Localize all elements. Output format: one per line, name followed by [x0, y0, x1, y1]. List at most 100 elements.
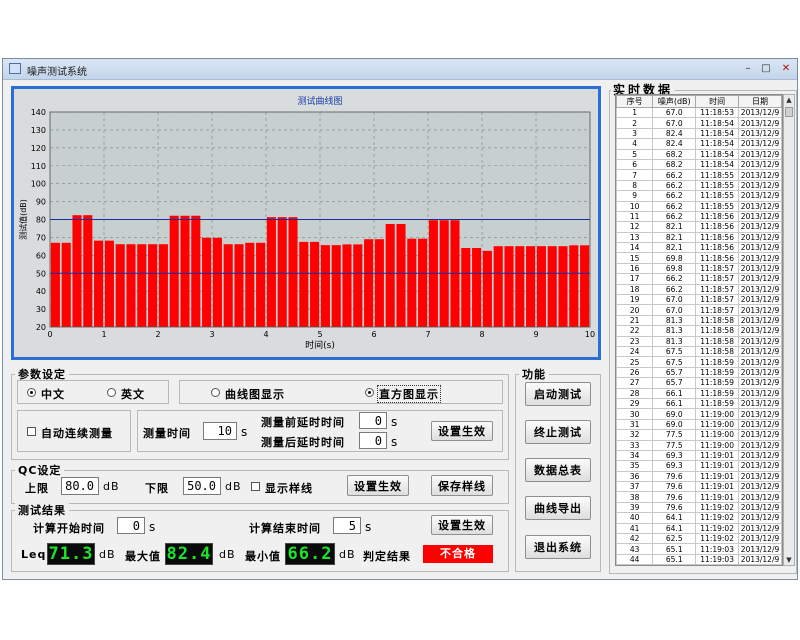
table-cell: 82.4 [652, 138, 697, 150]
table-row[interactable]: 13 82.1 11:18:56 2013/12/9 [616, 231, 782, 244]
calc-start-unit: s [149, 520, 157, 534]
y-tick-label: 120 [31, 144, 46, 153]
table-row[interactable]: 14 82.1 11:18:56 2013/12/9 [616, 242, 782, 254]
radio-english[interactable] [107, 388, 116, 397]
table-row[interactable]: 39 79.6 11:19:02 2013/12/9 [616, 501, 782, 514]
x-tick-label: 6 [371, 330, 376, 339]
table-row[interactable]: 2 67.0 11:18:54 2013/12/9 [616, 117, 782, 129]
post-delay-input[interactable]: 0 [359, 432, 387, 449]
params-apply-label: 设置生效 [438, 425, 486, 438]
save-sample-label: 保存样线 [438, 479, 486, 493]
table-row[interactable]: 9 66.2 11:18:55 2013/12/9 [616, 190, 782, 202]
qc-lower-label: 下限 [145, 482, 169, 495]
params-apply-button[interactable]: 设置生效 [431, 421, 493, 441]
maximize-button[interactable]: □ [759, 62, 773, 75]
table-cell: 11:18:59 [695, 366, 740, 379]
table-row[interactable]: 10 66.2 11:18:55 2013/12/9 [616, 200, 782, 212]
results-apply-button[interactable]: 设置生效 [431, 515, 493, 535]
table-row[interactable]: 42 62.5 11:19:02 2013/12/9 [616, 532, 782, 545]
table-row[interactable]: 30 69.0 11:19:00 2013/12/9 [616, 408, 782, 420]
table-cell: 2013/12/9 [738, 325, 782, 337]
table-row[interactable]: 44 65.1 11:19:03 2013/12/9 [616, 553, 782, 565]
table-row[interactable]: 6 68.2 11:18:54 2013/12/9 [616, 158, 782, 171]
radio-chinese[interactable] [27, 388, 36, 397]
table-row[interactable]: 37 79.6 11:19:01 2013/12/9 [616, 481, 782, 493]
table-row[interactable]: 40 64.1 11:19:02 2013/12/9 [616, 512, 782, 524]
qc-apply-button[interactable]: 设置生效 [347, 475, 409, 496]
qc-lower-input[interactable]: 50.0 [183, 477, 221, 495]
table-row[interactable]: 16 69.8 11:18:57 2013/12/9 [616, 262, 782, 275]
radio-histogram[interactable] [365, 388, 374, 397]
table-row[interactable]: 34 69.3 11:19:01 2013/12/9 [616, 449, 782, 462]
show-sample-checkbox[interactable] [251, 482, 260, 491]
col-header[interactable]: 时间 [695, 95, 740, 108]
export-curve-button[interactable]: 曲线导出 [525, 496, 591, 520]
table-row[interactable]: 11 66.2 11:18:56 2013/12/9 [616, 210, 782, 223]
col-header[interactable]: 噪声(dB) [652, 95, 697, 108]
window-title: 噪声测试系统 [27, 67, 87, 78]
calc-end-input[interactable]: 5 [333, 517, 361, 534]
table-row[interactable]: 36 79.6 11:19:01 2013/12/9 [616, 470, 782, 483]
radio-curve[interactable] [211, 388, 220, 397]
col-header[interactable]: 日期 [738, 95, 782, 108]
table-row[interactable]: 35 69.3 11:19:01 2013/12/9 [616, 460, 782, 472]
stop-test-button[interactable]: 终止测试 [525, 420, 591, 444]
exit-system-button[interactable]: 退出系统 [525, 535, 591, 559]
qc-upper-input[interactable]: 80.0 [61, 477, 99, 495]
calc-start-input[interactable]: 0 [117, 517, 145, 534]
minimize-button[interactable]: – [741, 62, 755, 75]
save-sample-button[interactable]: 保存样线 [431, 475, 493, 496]
radio-english-label: 英文 [121, 388, 145, 401]
table-row[interactable]: 28 66.1 11:18:59 2013/12/9 [616, 387, 782, 399]
bar [504, 246, 514, 327]
scroll-down-icon[interactable]: ▼ [784, 555, 794, 565]
table-row[interactable]: 24 67.5 11:18:58 2013/12/9 [616, 345, 782, 358]
table-row[interactable]: 25 67.5 11:18:59 2013/12/9 [616, 356, 782, 368]
bar [461, 247, 471, 327]
measure-time-input[interactable]: 10 [203, 422, 237, 440]
table-row[interactable]: 38 79.6 11:19:01 2013/12/9 [616, 491, 782, 503]
table-row[interactable]: 41 64.1 11:19:02 2013/12/9 [616, 522, 782, 535]
table-cell: 11:19:00 [695, 439, 740, 451]
table-row[interactable]: 8 66.2 11:18:55 2013/12/9 [616, 179, 782, 192]
scroll-thumb[interactable] [785, 107, 793, 117]
table-row[interactable]: 5 68.2 11:18:54 2013/12/9 [616, 148, 782, 160]
qc-upper-unit: dB [103, 480, 120, 493]
title-bar: 噪声测试系统 – □ ✕ [3, 59, 797, 80]
table-row[interactable]: 23 81.3 11:18:58 2013/12/9 [616, 335, 782, 348]
data-summary-button[interactable]: 数据总表 [525, 458, 591, 482]
table-cell: 2013/12/9 [738, 491, 782, 503]
table-row[interactable]: 3 82.4 11:18:54 2013/12/9 [616, 127, 782, 140]
table-cell: 81.3 [652, 325, 697, 337]
table-row[interactable]: 27 65.7 11:18:59 2013/12/9 [616, 377, 782, 389]
realtime-scrollbar[interactable]: ▲ ▼ [783, 94, 795, 566]
table-row[interactable]: 20 67.0 11:18:57 2013/12/9 [616, 304, 782, 316]
table-row[interactable]: 31 69.0 11:19:00 2013/12/9 [616, 418, 782, 431]
table-row[interactable]: 19 67.0 11:18:57 2013/12/9 [616, 294, 782, 306]
start-test-button[interactable]: 启动测试 [525, 382, 591, 406]
col-header[interactable]: 序号 [616, 95, 654, 108]
scroll-up-icon[interactable]: ▲ [784, 95, 794, 105]
auto-measure-checkbox[interactable] [27, 427, 36, 436]
table-row[interactable]: 7 66.2 11:18:55 2013/12/9 [616, 169, 782, 181]
close-button[interactable]: ✕ [779, 62, 793, 75]
table-row[interactable]: 18 66.2 11:18:57 2013/12/9 [616, 283, 782, 296]
table-cell: 2013/12/9 [738, 397, 782, 410]
table-row[interactable]: 22 81.3 11:18:58 2013/12/9 [616, 325, 782, 337]
table-cell: 2013/12/9 [738, 242, 782, 254]
table-cell: 11:19:03 [695, 543, 740, 555]
table-row[interactable]: 29 66.1 11:18:59 2013/12/9 [616, 397, 782, 410]
table-row[interactable]: 33 77.5 11:19:00 2013/12/9 [616, 439, 782, 451]
table-row[interactable]: 43 65.1 11:19:03 2013/12/9 [616, 543, 782, 555]
pre-delay-input[interactable]: 0 [359, 412, 387, 429]
table-row[interactable]: 15 69.8 11:18:56 2013/12/9 [616, 252, 782, 264]
table-row[interactable]: 1 67.0 11:18:53 2013/12/9 [616, 106, 782, 119]
table-row[interactable]: 26 65.7 11:18:59 2013/12/9 [616, 366, 782, 379]
bar [493, 246, 503, 327]
table-row[interactable]: 4 82.4 11:18:54 2013/12/9 [616, 138, 782, 150]
table-row[interactable]: 12 82.1 11:18:56 2013/12/9 [616, 221, 782, 233]
table-row[interactable]: 21 81.3 11:18:58 2013/12/9 [616, 314, 782, 327]
table-row[interactable]: 32 77.5 11:19:00 2013/12/9 [616, 429, 782, 441]
table-row[interactable]: 17 66.2 11:18:57 2013/12/9 [616, 273, 782, 285]
realtime-table: 序号 噪声(dB) 时间 日期 1 67.0 11:18:53 2013/12/9 2 6… [615, 94, 783, 566]
